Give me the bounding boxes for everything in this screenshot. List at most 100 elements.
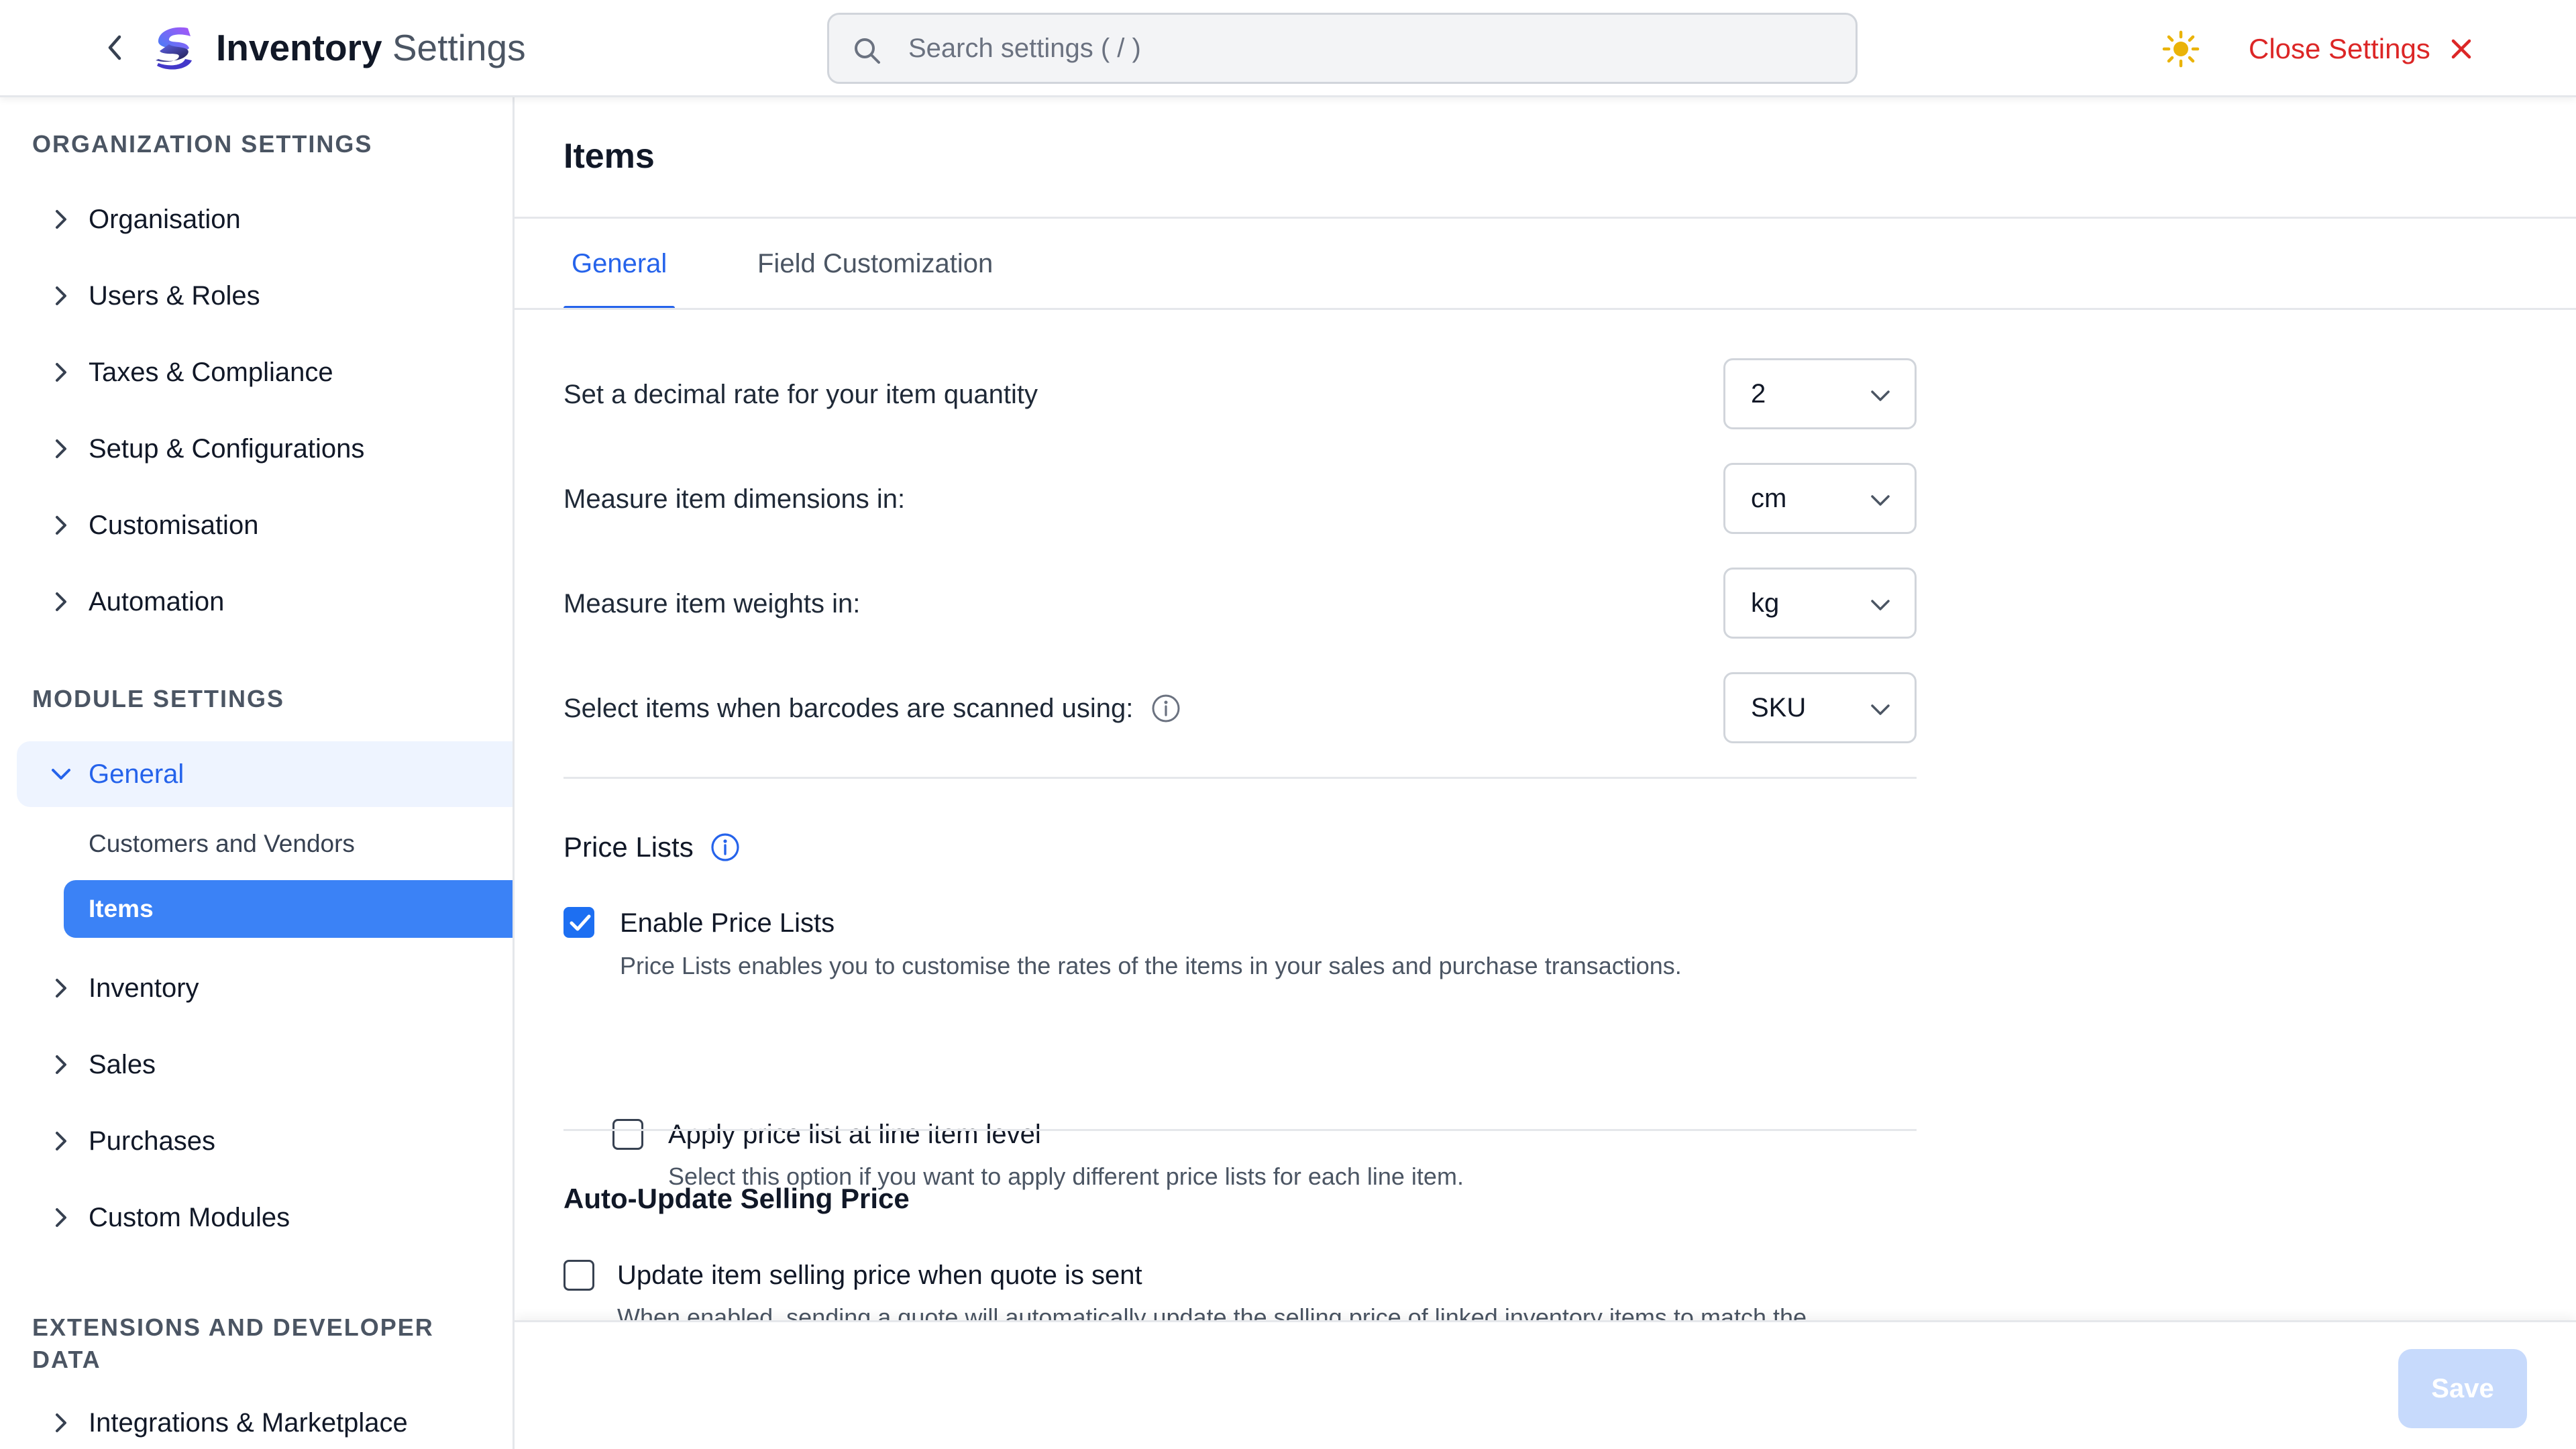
chevron-down-icon — [1871, 390, 1890, 401]
sidebar-item-label: Purchases — [89, 1126, 215, 1156]
app-logo — [156, 27, 192, 70]
line-item-price-list-checkbox[interactable] — [612, 1119, 643, 1150]
sidebar-item-sales[interactable]: Sales — [17, 1032, 513, 1097]
update-on-quote-checkbox[interactable] — [564, 1260, 594, 1291]
sidebar-subitem-items[interactable]: Items — [64, 880, 513, 938]
top-header: Inventory Settings Close Settings — [0, 0, 2576, 97]
settings-main: Items General Field Customization Set a … — [515, 97, 2576, 1449]
tab-field-customization[interactable]: Field Customization — [749, 219, 1001, 309]
row-label-text: Select items when barcodes are scanned u… — [564, 694, 1134, 723]
chevron-down-icon — [52, 769, 70, 780]
weights-label: Measure item weights in: — [564, 586, 860, 621]
chevron-right-icon — [56, 439, 66, 458]
sidebar-subitem-label: Customers and Vendors — [89, 830, 355, 857]
settings-app: Inventory Settings Close Settings — [0, 0, 2576, 1449]
row-label-text: Set a decimal rate for your item quantit… — [564, 380, 1038, 409]
chevron-down-icon — [1871, 495, 1890, 506]
close-settings-button[interactable]: Close Settings — [2249, 27, 2475, 71]
sidebar-item-users-roles[interactable]: Users & Roles — [17, 263, 513, 329]
close-icon — [2451, 39, 2471, 59]
select-value: kg — [1751, 588, 1780, 618]
auto-update-heading: Auto-Update Selling Price — [564, 1181, 910, 1217]
dimensions-label: Measure item dimensions in: — [564, 482, 905, 517]
section-heading-module: MODULE SETTINGS — [32, 685, 285, 712]
sidebar-item-organisation[interactable]: Organisation — [17, 186, 513, 252]
search-box — [827, 13, 1858, 84]
barcode-field-select[interactable]: SKU — [1723, 672, 1917, 743]
sidebar-item-label: Taxes & Compliance — [89, 358, 333, 387]
enable-price-lists-label: Enable Price Lists — [620, 908, 835, 938]
settings-sidebar: ORGANIZATION SETTINGS Organisation Users… — [0, 97, 515, 1449]
sidebar-item-inventory[interactable]: Inventory — [17, 955, 513, 1021]
divider — [515, 308, 2576, 310]
row-label-text: Measure item dimensions in: — [564, 484, 906, 514]
sidebar-item-label: Customisation — [89, 511, 259, 540]
sidebar-item-label: Setup & Configurations — [89, 434, 365, 464]
chevron-right-icon — [56, 1055, 66, 1074]
select-value: 2 — [1751, 379, 1766, 409]
chevron-right-icon — [56, 1413, 66, 1432]
section-heading-extensions-cont: DATA — [32, 1346, 101, 1373]
row-label-text: Measure item weights in: — [564, 589, 861, 619]
chevron-right-icon — [56, 286, 66, 305]
search-input[interactable] — [908, 27, 1834, 70]
sidebar-item-label: Integrations & Marketplace — [89, 1408, 408, 1438]
sidebar-item-label: General — [89, 759, 184, 789]
chevron-right-icon — [56, 1132, 66, 1150]
chevron-right-icon — [56, 363, 66, 382]
app-title: Inventory Settings — [216, 24, 526, 71]
tab-general[interactable]: General — [564, 219, 676, 310]
divider — [564, 1129, 1917, 1131]
tab-bar: General Field Customization — [515, 219, 2576, 310]
sidebar-item-setup-configurations[interactable]: Setup & Configurations — [17, 416, 513, 482]
sidebar-item-label: Users & Roles — [89, 281, 260, 311]
chevron-down-icon — [1871, 704, 1890, 715]
sidebar-subitem-customers-vendors[interactable]: Customers and Vendors — [64, 815, 513, 873]
line-item-price-list-label: Apply price list at line item level — [668, 1120, 1041, 1149]
divider — [564, 777, 1917, 779]
page-title: Items — [564, 137, 655, 176]
update-on-quote-label: Update item selling price when quote is … — [617, 1260, 1142, 1290]
sidebar-item-custom-modules[interactable]: Custom Modules — [17, 1185, 513, 1250]
weights-unit-select[interactable]: kg — [1723, 568, 1917, 639]
search-icon — [855, 38, 880, 64]
sidebar-item-automation[interactable]: Automation — [17, 569, 513, 635]
checkmark-icon — [570, 914, 591, 931]
enable-price-lists-checkbox[interactable] — [564, 907, 594, 938]
sun-icon[interactable] — [2162, 30, 2200, 68]
app-title-rest: Settings — [392, 27, 526, 68]
info-icon[interactable] — [710, 832, 741, 863]
chevron-right-icon — [56, 979, 66, 998]
back-button[interactable] — [101, 31, 127, 64]
dimensions-unit-select[interactable]: cm — [1723, 463, 1917, 534]
select-value: SKU — [1751, 693, 1807, 722]
decimal-rate-select[interactable]: 2 — [1723, 358, 1917, 429]
sidebar-item-label: Sales — [89, 1050, 156, 1079]
sidebar-item-label: Organisation — [89, 205, 241, 234]
sidebar-item-taxes-compliance[interactable]: Taxes & Compliance — [17, 339, 513, 405]
save-footer: Save — [515, 1320, 2576, 1449]
enable-price-lists-description: Price Lists enables you to customise the… — [620, 952, 1682, 979]
section-title-text: Price Lists — [564, 831, 694, 863]
sidebar-item-label: Custom Modules — [89, 1203, 290, 1232]
chevron-down-icon — [1871, 600, 1890, 610]
tab-label: Field Customization — [757, 248, 994, 278]
sidebar-item-customisation[interactable]: Customisation — [17, 492, 513, 558]
sidebar-item-purchases[interactable]: Purchases — [17, 1108, 513, 1174]
sidebar-item-integrations-marketplace[interactable]: Integrations & Marketplace — [17, 1390, 513, 1449]
select-value: cm — [1751, 484, 1787, 513]
section-heading-extensions: EXTENSIONS AND DEVELOPER — [32, 1313, 434, 1341]
chevron-right-icon — [56, 516, 66, 535]
barcode-label: Select items when barcodes are scanned u… — [564, 691, 1181, 726]
chevron-right-icon — [56, 1208, 66, 1227]
app-title-bold: Inventory — [216, 27, 382, 68]
close-settings-label: Close Settings — [2249, 33, 2430, 64]
chevron-right-icon — [56, 592, 66, 611]
price-lists-heading: Price Lists — [564, 829, 741, 865]
sidebar-item-general[interactable]: General — [17, 741, 513, 807]
save-button[interactable]: Save — [2398, 1349, 2527, 1428]
section-heading-organization: ORGANIZATION SETTINGS — [32, 130, 373, 158]
sidebar-subitem-label: Items — [89, 895, 154, 922]
tab-label: General — [572, 248, 667, 278]
info-icon[interactable] — [1150, 693, 1181, 724]
